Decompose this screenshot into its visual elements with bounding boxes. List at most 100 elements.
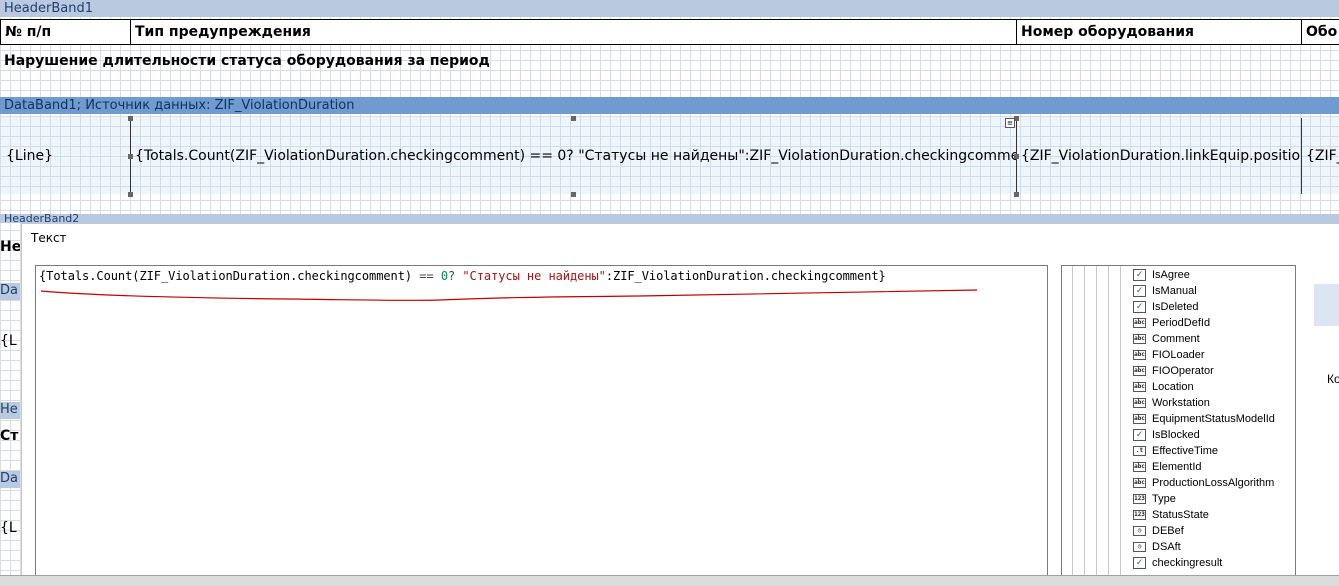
- tree-item-label: IsManual: [1152, 285, 1197, 297]
- string-icon: abc: [1133, 366, 1146, 377]
- tree-item-label: EffectiveTime: [1152, 445, 1219, 457]
- tree-item-label: checkingresult: [1152, 557, 1223, 569]
- expr-part: {Totals.Count(ZIF_ViolationDuration.chec…: [39, 269, 420, 283]
- expr-part: 0: [440, 269, 448, 283]
- right-panel-block: [1314, 284, 1339, 326]
- tree-item-label: FIOLoader: [1152, 349, 1205, 361]
- data-cell-warning-expression[interactable]: {Totals.Count(ZIF_ViolationDuration.chec…: [131, 118, 1016, 194]
- time-icon: .t: [1133, 446, 1146, 457]
- clock-icon: ◷: [1133, 542, 1146, 553]
- resize-handle[interactable]: [1014, 154, 1019, 159]
- tree-item-label: ElementId: [1152, 461, 1202, 473]
- tree-item-label: IsDeleted: [1152, 301, 1199, 313]
- tree-item[interactable]: abc ElementId: [1133, 459, 1202, 475]
- resize-handle[interactable]: [128, 154, 133, 159]
- dialog-title: Текст: [31, 231, 67, 245]
- checkbox-icon: ✓: [1133, 429, 1146, 442]
- checkbox-icon: ✓: [1133, 301, 1146, 314]
- tree-item-label: Location: [1152, 381, 1194, 393]
- tree-item-label: Type: [1152, 493, 1176, 505]
- clock-icon: ◷: [1133, 526, 1146, 537]
- tree-item[interactable]: abc ProductionLossAlgorithm: [1133, 475, 1274, 491]
- section-title[interactable]: Нарушение длительности статуса оборудова…: [4, 52, 490, 70]
- string-icon: abc: [1133, 462, 1146, 473]
- tree-item[interactable]: ✓ IsAgree: [1133, 267, 1190, 283]
- tree-item[interactable]: abc Comment: [1133, 331, 1200, 347]
- tree-item-label: ProductionLossAlgorithm: [1152, 477, 1275, 489]
- expr-part: ?: [448, 269, 463, 283]
- fragment-band: Da: [0, 471, 20, 488]
- expression-editor[interactable]: {Totals.Count(ZIF_ViolationDuration.chec…: [35, 265, 1048, 576]
- resize-handle[interactable]: [128, 116, 133, 121]
- tree-item[interactable]: 123 Type: [1133, 491, 1176, 507]
- string-icon: abc: [1133, 382, 1146, 393]
- smart-tag-icon[interactable]: ≡: [1005, 118, 1015, 128]
- tree-item[interactable]: abc FIOOperator: [1133, 363, 1214, 379]
- resize-handle[interactable]: [1014, 192, 1019, 197]
- tree-item[interactable]: abc Location: [1133, 379, 1194, 395]
- tree-item[interactable]: ✓ IsBlocked: [1133, 427, 1200, 443]
- string-icon: abc: [1133, 350, 1146, 361]
- resize-handle[interactable]: [571, 192, 576, 197]
- databand1-header[interactable]: DataBand1; Источник данных: ZIF_Violatio…: [0, 97, 1339, 114]
- number-icon: 123: [1133, 494, 1146, 505]
- number-icon: 123: [1133, 510, 1146, 521]
- data-cell-line[interactable]: {Line}: [2, 118, 130, 194]
- tree-item-label: Comment: [1152, 333, 1200, 345]
- red-underline-annotation: [40, 289, 978, 302]
- data-cell-truncated[interactable]: {ZIF_: [1302, 118, 1339, 194]
- right-panel-label: Ко: [1327, 372, 1339, 386]
- tree-guides: [1072, 266, 1122, 575]
- tree-item-label: DSAft: [1152, 541, 1181, 553]
- tree-item-label: EquipmentStatusModelId: [1152, 413, 1275, 425]
- column-header-warning-type[interactable]: Тип предупреждения: [130, 19, 1017, 45]
- tree-item-label: Workstation: [1152, 397, 1210, 409]
- string-icon: abc: [1133, 334, 1146, 345]
- resize-handle[interactable]: [571, 116, 576, 121]
- cell-border: [1301, 118, 1302, 194]
- tree-item-label: StatusState: [1152, 509, 1209, 521]
- fragment-text: {L: [0, 520, 17, 536]
- tree-item-label: IsAgree: [1152, 269, 1190, 281]
- headerband1-header[interactable]: HeaderBand1: [0, 0, 1339, 17]
- tree-item-label: FIOOperator: [1152, 365, 1214, 377]
- tree-item[interactable]: ✓ IsDeleted: [1133, 299, 1198, 315]
- tree-item[interactable]: ◷ DEBef: [1133, 523, 1184, 539]
- tree-item[interactable]: abc PeriodDefId: [1133, 315, 1210, 331]
- bottom-scrollbar[interactable]: [0, 575, 1339, 586]
- tree-item-label: IsBlocked: [1152, 429, 1200, 441]
- string-icon: abc: [1133, 478, 1146, 489]
- string-icon: abc: [1133, 414, 1146, 425]
- expr-part: :ZIF_ViolationDuration.checkingcomment}: [605, 269, 886, 283]
- data-cell-equipment-position[interactable]: {ZIF_ViolationDuration.linkEquip.positio…: [1017, 118, 1301, 194]
- checkbox-icon: ✓: [1133, 285, 1146, 298]
- checkbox-icon: ✓: [1133, 557, 1146, 570]
- fragment-band: He: [0, 402, 20, 419]
- resize-handle[interactable]: [128, 192, 133, 197]
- column-header-equipment[interactable]: Обо: [1301, 19, 1339, 45]
- tree-item[interactable]: abc EquipmentStatusModelId: [1133, 411, 1275, 427]
- tree-item-label: PeriodDefId: [1152, 317, 1211, 329]
- column-header-number[interactable]: № п/п: [0, 19, 131, 45]
- string-icon: abc: [1133, 398, 1146, 409]
- data-dictionary-tree[interactable]: ▲ ✓IsAgree✓IsManual✓IsDeletedabcPeriodDe…: [1061, 265, 1296, 576]
- expr-part: ==: [419, 269, 434, 283]
- tree-item[interactable]: 123 StatusState: [1133, 507, 1209, 523]
- fragment-text: Ст: [0, 428, 19, 444]
- text-editor-dialog: Текст {Totals.Count(ZIF_ViolationDuratio…: [21, 223, 1339, 576]
- tree-item-label: DEBef: [1152, 525, 1184, 537]
- expr-part: "Статусы не найдены": [462, 269, 606, 283]
- fragment-text: {L: [0, 333, 17, 349]
- string-icon: abc: [1133, 318, 1146, 329]
- checkbox-icon: ✓: [1133, 269, 1146, 282]
- tree-item[interactable]: abc FIOLoader: [1133, 347, 1205, 363]
- column-header-equipment-number[interactable]: Номер оборудования: [1016, 19, 1302, 45]
- tree-item[interactable]: ◷ DSAft: [1133, 539, 1181, 555]
- tree-item[interactable]: abc Workstation: [1133, 395, 1210, 411]
- fragment-text: Не: [0, 239, 20, 255]
- tree-item[interactable]: ✓ IsManual: [1133, 283, 1197, 299]
- expr-part: [434, 269, 441, 283]
- headerband2-header[interactable]: HeaderBand2: [0, 214, 1339, 223]
- tree-item[interactable]: ✓ checkingresult: [1133, 555, 1222, 571]
- tree-item[interactable]: .t EffectiveTime: [1133, 443, 1218, 459]
